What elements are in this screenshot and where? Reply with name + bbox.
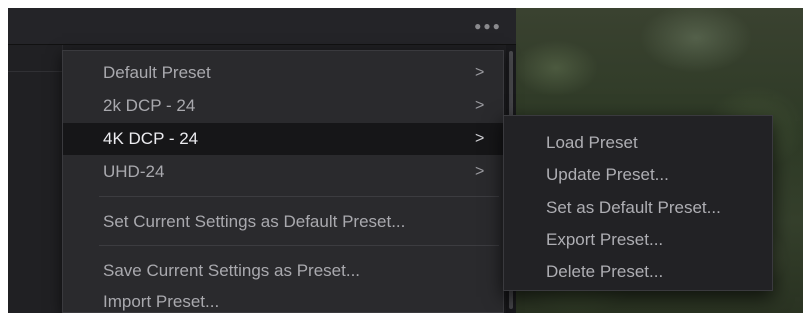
menu-item-uhd-24[interactable]: UHD-24 > <box>63 156 503 188</box>
submenu-item-label: Set as Default Preset... <box>546 198 721 217</box>
preset-menu: Default Preset > 2k DCP - 24 > 4K DCP - … <box>62 50 504 313</box>
submenu-item-delete-preset[interactable]: Delete Preset... <box>504 255 772 289</box>
submenu-item-label: Update Preset... <box>546 165 669 184</box>
submenu-item-label: Load Preset <box>546 133 638 152</box>
menu-item-save-preset[interactable]: Save Current Settings as Preset... <box>63 255 503 287</box>
menu-separator <box>99 245 499 246</box>
submenu-item-label: Delete Preset... <box>546 262 664 281</box>
chevron-right-icon: > <box>475 64 485 81</box>
menu-item-4k-dcp-24[interactable]: 4K DCP - 24 > <box>63 123 503 155</box>
menu-item-label: Save Current Settings as Preset... <box>103 261 361 280</box>
menu-item-set-default[interactable]: Set Current Settings as Default Preset..… <box>63 206 503 238</box>
submenu-item-label: Export Preset... <box>546 230 664 249</box>
menu-item-2k-dcp-24[interactable]: 2k DCP - 24 > <box>63 90 503 122</box>
app-window: ●●● Default Preset > 2k DCP - 24 > 4K DC… <box>8 8 803 313</box>
menu-item-default-preset[interactable]: Default Preset > <box>63 57 503 89</box>
menu-item-label: UHD-24 <box>103 162 165 181</box>
menu-item-label: 2k DCP - 24 <box>103 96 196 115</box>
menu-item-label: Set Current Settings as Default Preset..… <box>103 212 406 231</box>
chevron-right-icon: > <box>475 130 485 147</box>
preset-submenu: Load Preset Update Preset... Set as Defa… <box>503 115 773 291</box>
submenu-item-set-default[interactable]: Set as Default Preset... <box>504 191 772 225</box>
panel-header: ●●● <box>8 8 516 45</box>
ellipsis-icon[interactable]: ●●● <box>470 17 506 35</box>
panel-divider <box>8 45 62 72</box>
chevron-right-icon: > <box>475 97 485 114</box>
menu-item-label: Import Preset... <box>103 292 220 311</box>
menu-item-label: Default Preset <box>103 63 211 82</box>
chevron-right-icon: > <box>475 163 485 180</box>
submenu-item-update-preset[interactable]: Update Preset... <box>504 158 772 192</box>
submenu-item-load-preset[interactable]: Load Preset <box>504 126 772 160</box>
menu-separator <box>99 196 499 197</box>
menu-item-label: 4K DCP - 24 <box>103 129 199 148</box>
submenu-item-export-preset[interactable]: Export Preset... <box>504 223 772 257</box>
panel-left-strip <box>8 45 63 313</box>
menu-item-import-preset[interactable]: Import Preset... <box>63 286 503 313</box>
